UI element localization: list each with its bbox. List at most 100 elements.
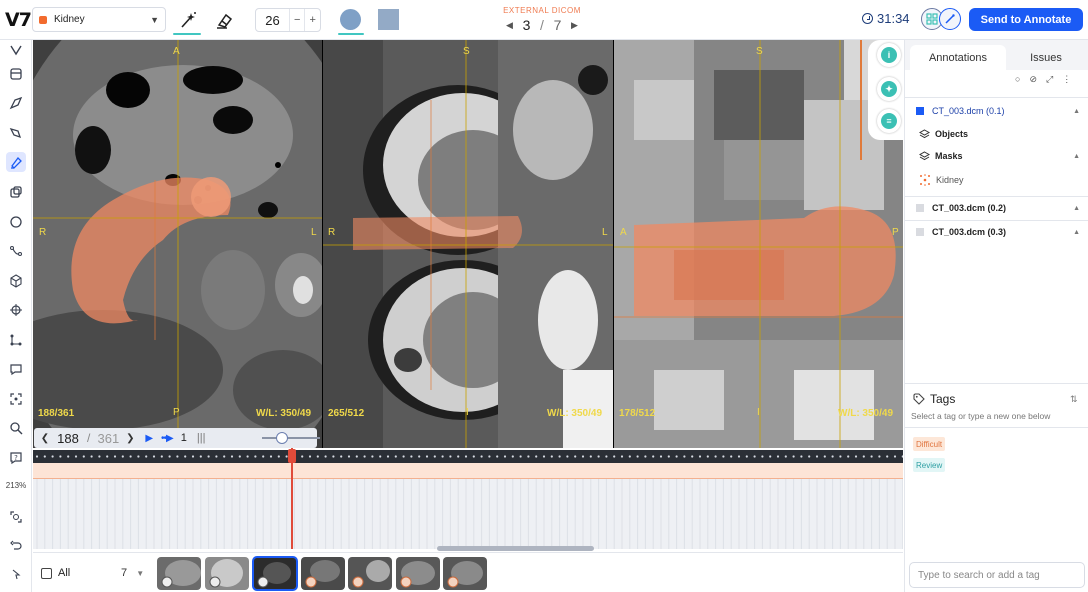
tool-keypoint[interactable] — [6, 300, 26, 320]
settings-sliders-button[interactable]: ≡ — [877, 109, 901, 133]
sort-icon[interactable]: ⇅ — [1070, 394, 1078, 405]
brush-size-stepper[interactable]: 26 − + — [255, 8, 321, 32]
send-to-annotate-button[interactable]: Send to Annotate — [969, 8, 1083, 31]
slot-thumbnail-image — [257, 562, 291, 588]
ai-model-button[interactable]: ✦ — [877, 77, 901, 101]
timeline-playhead-handle[interactable] — [288, 449, 296, 463]
slot-thumbnail[interactable] — [443, 557, 487, 590]
tab-annotations[interactable]: Annotations — [910, 45, 1006, 70]
tool-pen[interactable] — [6, 123, 26, 143]
tree-group-masks[interactable]: Masks ▲ — [905, 145, 1088, 167]
chevron-up-icon[interactable]: ▲ — [1073, 205, 1080, 212]
slot-row-0-3[interactable]: CT_003.dcm (0.3) ▲ — [905, 221, 1088, 243]
eraser-tool-button[interactable] — [211, 7, 237, 33]
tool-help[interactable]: ? — [6, 448, 26, 468]
more-options-icon[interactable]: ⋮ — [1062, 74, 1071, 85]
expand-icon[interactable]: ⤢ — [1046, 74, 1053, 85]
panel-tabs: Annotations Issues — [905, 40, 1088, 70]
previous-item-icon[interactable]: ◀ — [506, 20, 513, 31]
pen-nib-icon — [9, 127, 22, 139]
previous-frame-icon[interactable]: ❮ — [38, 433, 52, 444]
tool-comment[interactable] — [6, 359, 26, 379]
tool-polyline[interactable] — [6, 241, 26, 261]
coronal-ct-image — [323, 40, 613, 448]
axial-orient-left: R — [39, 227, 47, 238]
brush-tool-button[interactable] — [175, 7, 201, 33]
next-frame-icon[interactable]: ❯ — [123, 433, 137, 444]
chevron-up-icon[interactable]: ▲ — [1073, 229, 1080, 236]
tool-fit-view[interactable] — [6, 507, 26, 527]
tree-group-objects[interactable]: Objects — [905, 123, 1088, 145]
tool-skeleton[interactable] — [6, 330, 26, 350]
brush-shape-circle-button[interactable] — [340, 9, 361, 30]
chevron-up-icon[interactable]: ▲ — [1073, 153, 1080, 160]
tag-chip-difficult[interactable]: Difficult — [913, 437, 946, 451]
slot-filter[interactable]: All — [41, 567, 70, 579]
tag-chip-review[interactable]: Review — [913, 458, 946, 472]
review-button[interactable] — [939, 8, 961, 30]
coronal-orient-right: L — [602, 227, 608, 238]
brush-size-value[interactable]: 26 — [256, 13, 289, 28]
filter-icon — [41, 567, 52, 579]
slot-thumbnail-selected[interactable] — [252, 556, 298, 591]
next-item-icon[interactable]: ▶ — [571, 20, 578, 31]
slot-row-0-1[interactable]: CT_003.dcm (0.1) ▲ — [905, 100, 1088, 122]
slot-thumbnail[interactable] — [157, 557, 201, 590]
tool-layers[interactable] — [6, 182, 26, 202]
timeline-annotation-track[interactable] — [33, 463, 903, 479]
tag-search-input[interactable]: Type to search or add a tag — [909, 562, 1085, 588]
slot-row-0-2[interactable]: CT_003.dcm (0.2) ▲ — [905, 197, 1088, 219]
frame-step-icon[interactable]: ••▶ — [161, 433, 174, 444]
tool-cuboid[interactable] — [6, 271, 26, 291]
pen-icon — [945, 14, 955, 24]
tag-icon — [913, 393, 925, 405]
coronal-window-level: W/L: 350/49 — [547, 408, 603, 419]
brush-size-decrease-button[interactable]: − — [288, 9, 305, 31]
timeline-playhead[interactable] — [291, 448, 293, 549]
slot-row-label: CT_003.dcm (0.2) — [932, 203, 1007, 213]
timeline-scrollbar[interactable] — [437, 546, 594, 551]
tags-hint: Select a tag or type a new one below — [911, 411, 1051, 421]
annotation-item-kidney[interactable]: Kidney — [905, 169, 1088, 191]
slot-count-select[interactable]: 7 ▼ — [121, 567, 144, 579]
viewport-sagittal[interactable]: S A P I 178/512 W/L: 350/49 — [614, 40, 903, 448]
tool-select-region[interactable] — [6, 389, 26, 409]
tags-header: Tags — [913, 392, 955, 406]
tool-ellipse[interactable] — [6, 212, 26, 232]
play-icon[interactable]: ▶ — [145, 433, 153, 444]
right-panel: Annotations Issues ○ ⊘ ⤢ ⋮ CT_003.dcm (0… — [904, 40, 1088, 592]
tool-auto-annotate[interactable] — [6, 40, 26, 60]
tool-brush[interactable] — [6, 152, 26, 172]
timeline-tracks-area[interactable] — [33, 479, 903, 549]
brush-shape-square-button[interactable] — [378, 9, 399, 30]
skeleton-icon — [10, 334, 22, 346]
tab-issues[interactable]: Issues — [1006, 45, 1086, 70]
class-select[interactable]: Kidney ▼ — [32, 7, 166, 32]
viewport-coronal[interactable]: S R L I 265/512 W/L: 350/49 — [323, 40, 613, 448]
slot-thumbnail[interactable] — [396, 557, 440, 590]
fps-value[interactable]: 1 — [181, 432, 187, 444]
axial-orient-right: L — [311, 227, 317, 238]
tool-zoom[interactable] — [6, 418, 26, 438]
info-button[interactable]: i — [877, 43, 901, 67]
coronal-orient-bottom: I — [466, 407, 469, 418]
playback-speed-slider[interactable] — [262, 437, 320, 439]
brush-size-increase-button[interactable]: + — [304, 9, 320, 31]
slot-thumbnail[interactable] — [301, 557, 345, 590]
hide-all-icon[interactable]: ⊘ — [1029, 74, 1037, 85]
viewport-axial[interactable]: A R L P 188/361 W/L: 350/49 — [33, 40, 322, 448]
v7-logo[interactable]: V7 — [5, 9, 32, 31]
slot-thumbnail[interactable] — [205, 557, 249, 590]
current-frame[interactable]: 188 — [52, 431, 84, 446]
timeline-ruler[interactable] — [33, 450, 904, 463]
tool-shortcuts[interactable] — [6, 564, 26, 584]
toggle-all-icon[interactable]: ○ — [1015, 74, 1020, 85]
tool-undo[interactable] — [6, 535, 26, 555]
active-tool-indicator — [173, 33, 201, 35]
playback-speed-handle[interactable] — [276, 432, 288, 444]
cube-icon — [10, 274, 22, 288]
tool-bounding-box[interactable] — [6, 64, 26, 84]
tool-polygon[interactable] — [6, 93, 26, 113]
slot-thumbnail[interactable] — [348, 557, 392, 590]
chevron-up-icon[interactable]: ▲ — [1073, 108, 1080, 115]
